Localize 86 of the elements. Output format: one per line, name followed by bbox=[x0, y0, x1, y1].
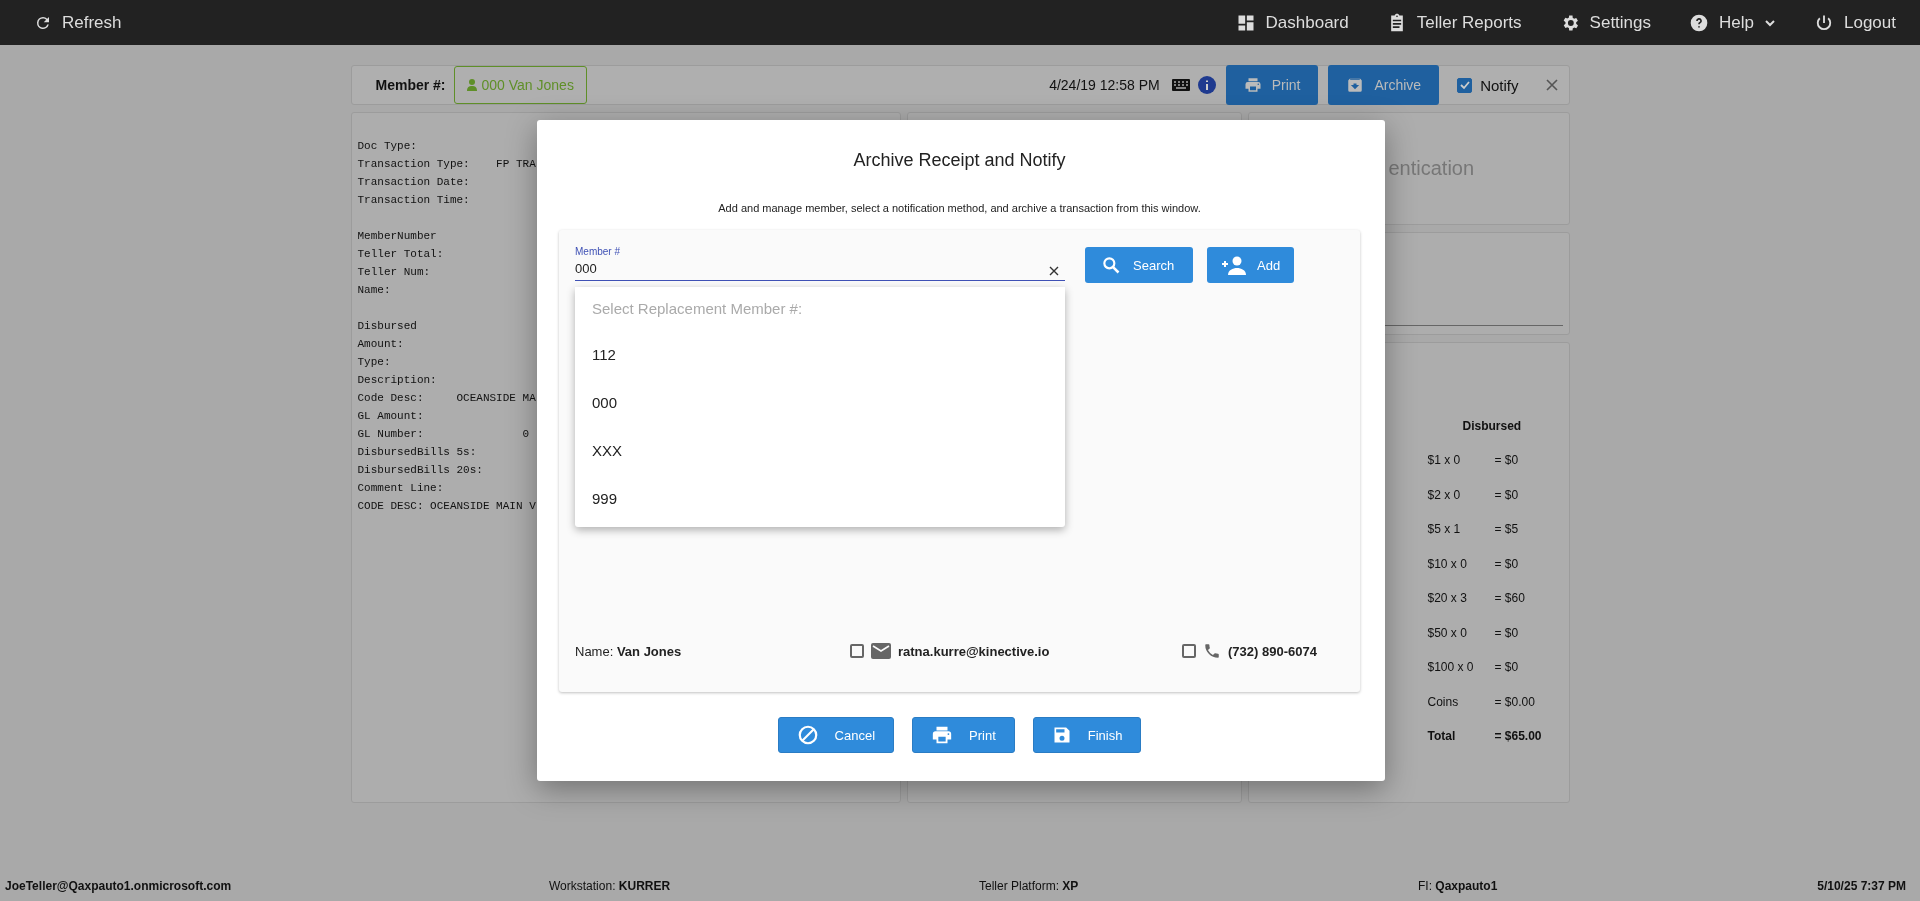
dropdown-option[interactable]: XXX bbox=[575, 427, 1065, 475]
field-label: Member # bbox=[575, 246, 621, 257]
help-icon bbox=[1689, 12, 1710, 33]
keyboard-icon[interactable] bbox=[1171, 79, 1190, 91]
receipt-line: Type: bbox=[357, 355, 391, 370]
denomination-label: $50 x 0 bbox=[1427, 625, 1468, 642]
dropdown-option[interactable]: 112 bbox=[575, 331, 1065, 379]
cancel-icon bbox=[796, 724, 819, 746]
phone-number: (732) 890-6074 bbox=[1228, 643, 1317, 659]
receipt-line: Transaction Type: FP TRA bbox=[357, 157, 536, 172]
denomination-label: $20 x 3 bbox=[1427, 591, 1468, 607]
receipt-line: DisbursedBills 20s: bbox=[357, 463, 483, 478]
receipt-line: GL Amount: bbox=[357, 409, 424, 424]
denomination-label: $2 x 0 bbox=[1427, 487, 1462, 504]
receipt-line: Description: bbox=[357, 373, 437, 388]
archive-box-icon bbox=[1346, 76, 1365, 94]
receipt-line: Transaction Date: bbox=[357, 175, 470, 190]
cancel-button[interactable]: Cancel bbox=[777, 717, 894, 753]
phone-icon bbox=[1203, 642, 1221, 660]
nav-button[interactable]: Help bbox=[1689, 12, 1776, 33]
denomination-label: $1 x 0 bbox=[1427, 453, 1462, 469]
receipt-line: MemberNumber bbox=[357, 229, 437, 244]
denomination-label: $5 x 1 bbox=[1427, 522, 1462, 538]
add-person-icon bbox=[1221, 255, 1247, 275]
phone-checkbox[interactable] bbox=[1182, 644, 1196, 658]
denomination-amount: = $5 bbox=[1494, 522, 1519, 538]
receipt-line: Teller Total: bbox=[357, 247, 444, 262]
receipt-line: Transaction Time: bbox=[357, 193, 470, 208]
nav-button[interactable]: Teller Reports bbox=[1386, 12, 1522, 33]
email-address: ratna.kurre@kinective.io bbox=[898, 643, 1050, 659]
status-text: Workstation: KURRER bbox=[549, 878, 671, 893]
denomination-amount: = $0 bbox=[1494, 453, 1519, 469]
info-icon[interactable] bbox=[1197, 76, 1216, 94]
denomination-label: Coins bbox=[1427, 694, 1460, 711]
denomination-label: Total bbox=[1427, 729, 1457, 745]
receipt-line: Code Desc: OCEANSIDE MA bbox=[357, 391, 536, 406]
receipt-line: Name: bbox=[357, 283, 391, 298]
denomination-label: $10 x 0 bbox=[1427, 556, 1468, 573]
list-heading: Select Replacement Member #: bbox=[591, 299, 804, 319]
nav-button[interactable]: Settings bbox=[1559, 12, 1652, 33]
denomination-amount: = $0 bbox=[1494, 625, 1519, 642]
receipt-line: Teller Num: bbox=[357, 265, 431, 280]
denomination-amount: = $60 bbox=[1494, 591, 1525, 607]
status-text: Teller Platform: XP bbox=[979, 878, 1079, 893]
envelope-icon bbox=[871, 643, 891, 659]
notify-checkbox[interactable]: Notify bbox=[1457, 76, 1519, 94]
denomination-amount: = $0 bbox=[1494, 556, 1519, 573]
receipt-line: Comment Line: bbox=[357, 481, 444, 496]
receipt-line: Disbursed bbox=[357, 319, 417, 334]
member-number-field[interactable]: 000 bbox=[575, 257, 1065, 281]
close-icon[interactable] bbox=[1544, 78, 1559, 92]
denomination-amount: = $65.00 bbox=[1494, 729, 1542, 745]
add-button[interactable]: Add bbox=[1207, 247, 1295, 283]
search-button[interactable]: Search bbox=[1085, 247, 1193, 283]
status-text: 5/10/25 7:37 PM bbox=[1817, 878, 1906, 893]
printer-icon bbox=[1243, 76, 1262, 94]
print-button[interactable]: Print bbox=[912, 717, 1015, 753]
denomination-amount: = $0 bbox=[1494, 487, 1519, 504]
receipt-line: GL Number: 0 bbox=[357, 427, 530, 442]
member-name: Name: Van Jones bbox=[575, 643, 683, 659]
clear-icon[interactable] bbox=[1049, 266, 1059, 276]
search-icon bbox=[1101, 255, 1121, 275]
email-checkbox[interactable] bbox=[850, 644, 864, 658]
date-time: 4/24/19 12:58 PM bbox=[1049, 77, 1160, 93]
receipt-line: DisbursedBills 5s: bbox=[357, 445, 477, 460]
receipt-line: CODE DESC: OCEANSIDE MAIN V bbox=[357, 499, 536, 514]
nav-button[interactable]: Dashboard bbox=[1235, 12, 1349, 33]
printer-icon bbox=[931, 724, 953, 746]
status-text: JoeTeller@Qaxpauto1.onmicrosoft.com bbox=[5, 878, 232, 893]
dialog-description: Add and manage member, select a notification method, and archive a transaction from this window. bbox=[717, 202, 1202, 214]
receipt-line: Amount: bbox=[357, 337, 404, 352]
denomination-amount: = $0.00 bbox=[1494, 694, 1535, 711]
dropdown-option[interactable]: 999 bbox=[575, 475, 1065, 523]
dropdown-option[interactable]: 000 bbox=[575, 379, 1065, 427]
denomination-label: $100 x 0 bbox=[1427, 660, 1475, 676]
member-label: Member #: bbox=[375, 77, 446, 93]
receipt-line: Doc Type: bbox=[357, 139, 417, 154]
finish-button[interactable]: Finish bbox=[1032, 717, 1142, 753]
person-icon bbox=[466, 79, 477, 91]
dialog-title: Archive Receipt and Notify bbox=[852, 150, 1067, 171]
denomination-amount: = $0 bbox=[1494, 660, 1519, 676]
refresh-button[interactable]: Refresh bbox=[34, 12, 122, 33]
column-heading: Disbursed bbox=[1461, 419, 1523, 435]
checkbox[interactable] bbox=[1457, 77, 1473, 93]
nav-button[interactable]: Logout bbox=[1814, 12, 1896, 33]
status-text: FI: Qaxpauto1 bbox=[1418, 878, 1498, 893]
